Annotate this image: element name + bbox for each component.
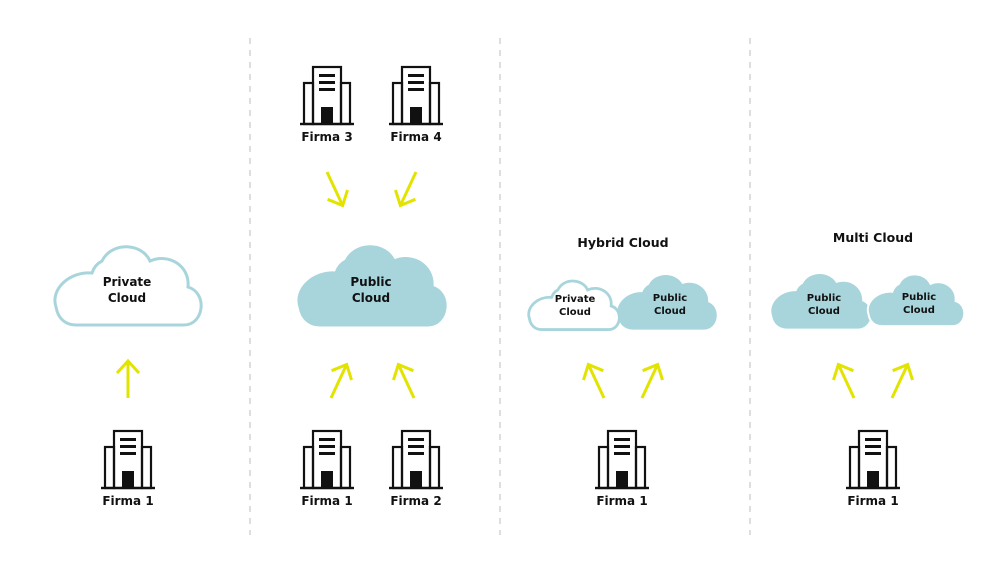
- public-cloud: Public Cloud: [297, 245, 447, 327]
- public-cloud: Public Cloud: [771, 273, 871, 329]
- building-icon: [298, 65, 356, 127]
- cloud-label-line2: Cloud: [352, 291, 390, 305]
- arrow-up-left-icon: [576, 358, 616, 405]
- public-cloud: Public Cloud: [866, 273, 966, 328]
- private-cloud: Private Cloud: [527, 279, 621, 331]
- cloud-label-line2: Cloud: [654, 306, 686, 317]
- section-public-cloud: Firma 3 Firma 4 Public Cloud Firma 1 Fir…: [297, 65, 447, 508]
- building-label: Firma 1: [847, 494, 898, 508]
- private-cloud: Private Cloud: [53, 245, 203, 327]
- building-label: Firma 1: [102, 494, 153, 508]
- arrow-down-left-icon: [388, 165, 428, 212]
- arrow-down-right-icon: [315, 165, 355, 212]
- cloud-label-line1: Public: [653, 293, 687, 304]
- section-title: Multi Cloud: [833, 230, 913, 245]
- building-icon: [593, 429, 651, 491]
- arrow-up-left-icon: [386, 358, 426, 405]
- section-title: Hybrid Cloud: [577, 235, 668, 250]
- cloud-label-line2: Cloud: [559, 307, 591, 318]
- cloud-label-line2: Cloud: [808, 306, 840, 317]
- building-label: Firma 1: [301, 494, 352, 508]
- cloud-label-line1: Public: [350, 275, 391, 289]
- arrow-up-right-icon: [880, 358, 920, 405]
- arrow-up-right-icon: [319, 358, 359, 405]
- building-icon: [387, 65, 445, 127]
- arrow-up-right-icon: [630, 358, 670, 405]
- section-multi-cloud: Multi Cloud Public Cloud Public Cloud Fi…: [771, 230, 966, 508]
- cloud-label-line1: Public: [807, 293, 841, 304]
- building-icon: [844, 429, 902, 491]
- cloud-label-line1: Private: [103, 275, 152, 289]
- cloud-label-line1: Private: [555, 294, 596, 305]
- building-label: Firma 2: [390, 494, 441, 508]
- cloud-label-line2: Cloud: [903, 305, 935, 316]
- building-icon: [99, 429, 157, 491]
- cloud-models-diagram: Private Cloud Firma 1 Firma 3 Firma 4 Pu…: [53, 38, 966, 535]
- cloud-label-line2: Cloud: [108, 291, 146, 305]
- section-hybrid-cloud: Hybrid Cloud Private Cloud Public Cloud …: [527, 235, 717, 508]
- building-icon: [298, 429, 356, 491]
- building-label: Firma 4: [390, 130, 441, 144]
- cloud-label-line1: Public: [902, 292, 936, 303]
- building-icon: [387, 429, 445, 491]
- section-private-cloud: Private Cloud Firma 1: [53, 245, 203, 508]
- arrow-up-left-icon: [826, 358, 866, 405]
- arrow-up-icon: [115, 359, 141, 400]
- public-cloud: Public Cloud: [617, 274, 717, 330]
- building-label: Firma 1: [596, 494, 647, 508]
- building-label: Firma 3: [301, 130, 352, 144]
